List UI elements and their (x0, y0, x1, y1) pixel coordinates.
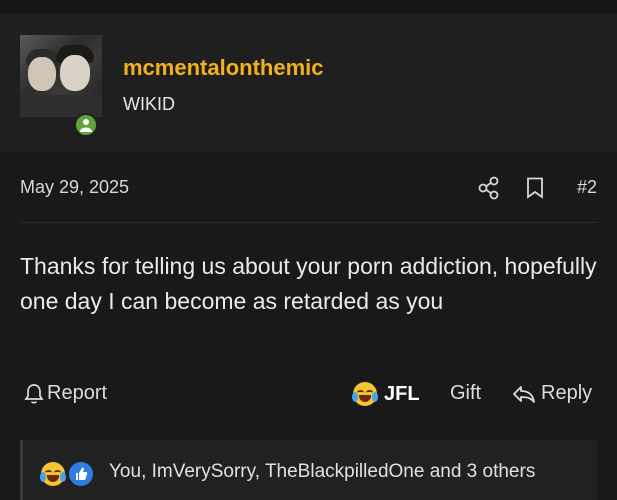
header-pointer (44, 151, 76, 167)
crying-laughing-emoji-icon (352, 382, 378, 406)
jfl-reaction-button[interactable]: JFL (352, 382, 420, 406)
post-message: Thanks for telling us about your porn ad… (20, 253, 597, 314)
divider (20, 222, 597, 223)
crying-laughing-emoji-icon (40, 462, 66, 486)
post-actions: Report JFL Gift Reply (20, 382, 597, 412)
bell-icon (24, 383, 44, 403)
post-number-link[interactable]: #2 (577, 177, 597, 198)
username-link[interactable]: mcmentalonthemic (123, 55, 324, 81)
report-label: Report (47, 382, 108, 404)
reactions-bar[interactable]: You, ImVerySorry, TheBlackpilledOne and … (20, 440, 597, 500)
post-user-header: mcmentalonthemic WIKID (0, 15, 617, 167)
reply-arrow-icon (513, 385, 535, 403)
thumbs-up-icon (67, 460, 95, 488)
user-title: WIKID (123, 94, 175, 114)
top-separator (0, 0, 617, 15)
jfl-label: JFL (384, 382, 420, 405)
reply-label: Reply (541, 382, 593, 404)
reply-button[interactable]: Reply (512, 382, 592, 405)
post-date-link[interactable]: May 29, 2025 (20, 177, 129, 198)
post-meta: May 29, 2025 #2 (20, 176, 597, 202)
share-icon[interactable] (478, 176, 500, 200)
report-button[interactable]: Report (24, 382, 107, 405)
gift-button[interactable]: Gift (450, 382, 481, 405)
avatar[interactable] (20, 35, 102, 117)
bookmark-icon[interactable] (526, 177, 544, 199)
online-status-icon (74, 113, 98, 137)
reactions-summary-link[interactable]: You, ImVerySorry, TheBlackpilledOne and … (109, 461, 535, 483)
